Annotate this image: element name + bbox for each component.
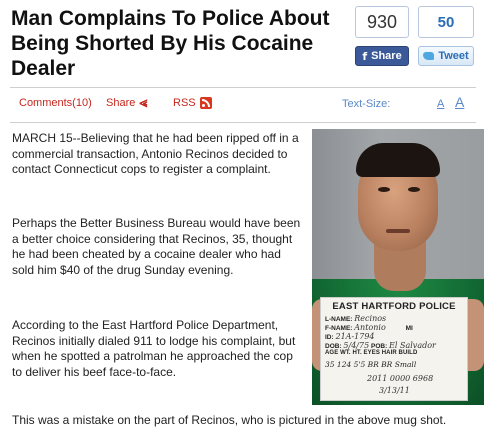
placard-dob-row: DOB: 5/4/75 POB: El Salvador xyxy=(325,341,436,350)
article-headline: Man Complains To Police About Being Shor… xyxy=(11,7,330,80)
dob-label: DOB: xyxy=(325,343,342,350)
text-size-small-button[interactable]: A xyxy=(437,98,444,110)
mi-label: MI xyxy=(405,325,413,332)
tweet-button[interactable]: Tweet xyxy=(418,46,474,66)
placard-id-row: ID: 21A-1794 xyxy=(325,332,375,341)
placard-title: EAST HARTFORD POLICE xyxy=(332,301,456,312)
facebook-share-widget: 930 f Share xyxy=(355,6,409,66)
police-id-placard: EAST HARTFORD POLICE L-NAME: Recinos F-N… xyxy=(320,297,468,401)
dob-value: 5/4/75 xyxy=(343,341,370,350)
tweet-label: Tweet xyxy=(438,50,469,62)
share-link-label: Share xyxy=(106,97,136,109)
comments-link[interactable]: Comments(10) xyxy=(19,97,92,109)
article-toolbar: Comments(10) Share ⪡ RSS Text-Size: A A xyxy=(10,87,476,123)
share-link[interactable]: Share ⪡ xyxy=(106,95,148,111)
placard-fname-row: F-NAME: Antonio MI xyxy=(325,323,413,332)
facebook-icon: f xyxy=(362,49,368,63)
placard-case-number: 2011 0000 6968 xyxy=(367,374,434,383)
twitter-bird-icon xyxy=(423,52,435,60)
hair xyxy=(356,143,440,177)
facebook-share-count: 930 xyxy=(355,6,409,38)
id-label: ID: xyxy=(325,334,334,341)
left-eye xyxy=(378,187,390,192)
rss-icon xyxy=(199,97,212,109)
right-eye xyxy=(408,187,420,192)
article-paragraph: Perhaps the Better Business Bureau would… xyxy=(12,216,301,277)
placard-date: 3/13/11 xyxy=(379,386,410,395)
placard-grid-headers: AGE WT. HT. EYES HAIR BUILD xyxy=(325,350,418,356)
article-paragraph: MARCH 15--Believing that he had been rip… xyxy=(12,131,299,176)
lname-label: L-NAME: xyxy=(325,316,353,323)
facebook-share-button[interactable]: f Share xyxy=(355,46,409,66)
pob-value: El Salvador xyxy=(389,341,436,350)
placard-grid-values: 35 124 5'5 BR BR Small xyxy=(325,360,417,369)
rss-link[interactable]: RSS xyxy=(173,97,212,109)
pob-label: POB: xyxy=(370,343,388,350)
id-value: 21A-1794 xyxy=(335,332,375,341)
fname-label: F-NAME: xyxy=(325,325,353,332)
mugshot-photo: EAST HARTFORD POLICE L-NAME: Recinos F-N… xyxy=(312,129,484,405)
rss-link-label: RSS xyxy=(173,97,196,109)
article-paragraph: According to the East Hartford Police De… xyxy=(12,318,296,379)
article-paragraph-last: This was a mistake on the part of Recino… xyxy=(12,413,447,427)
placard-lname-row: L-NAME: Recinos xyxy=(325,314,386,323)
text-size-label: Text-Size: xyxy=(342,98,391,110)
mouth xyxy=(386,229,410,233)
lname-value: Recinos xyxy=(354,314,387,323)
tweet-count: 50 xyxy=(418,6,474,38)
twitter-share-widget: 50 Tweet xyxy=(418,6,474,66)
share-arrow-icon: ⪡ xyxy=(139,95,148,111)
fname-value: Antonio xyxy=(354,323,386,332)
facebook-share-label: Share xyxy=(371,50,402,62)
text-size-large-button[interactable]: A xyxy=(455,94,464,110)
